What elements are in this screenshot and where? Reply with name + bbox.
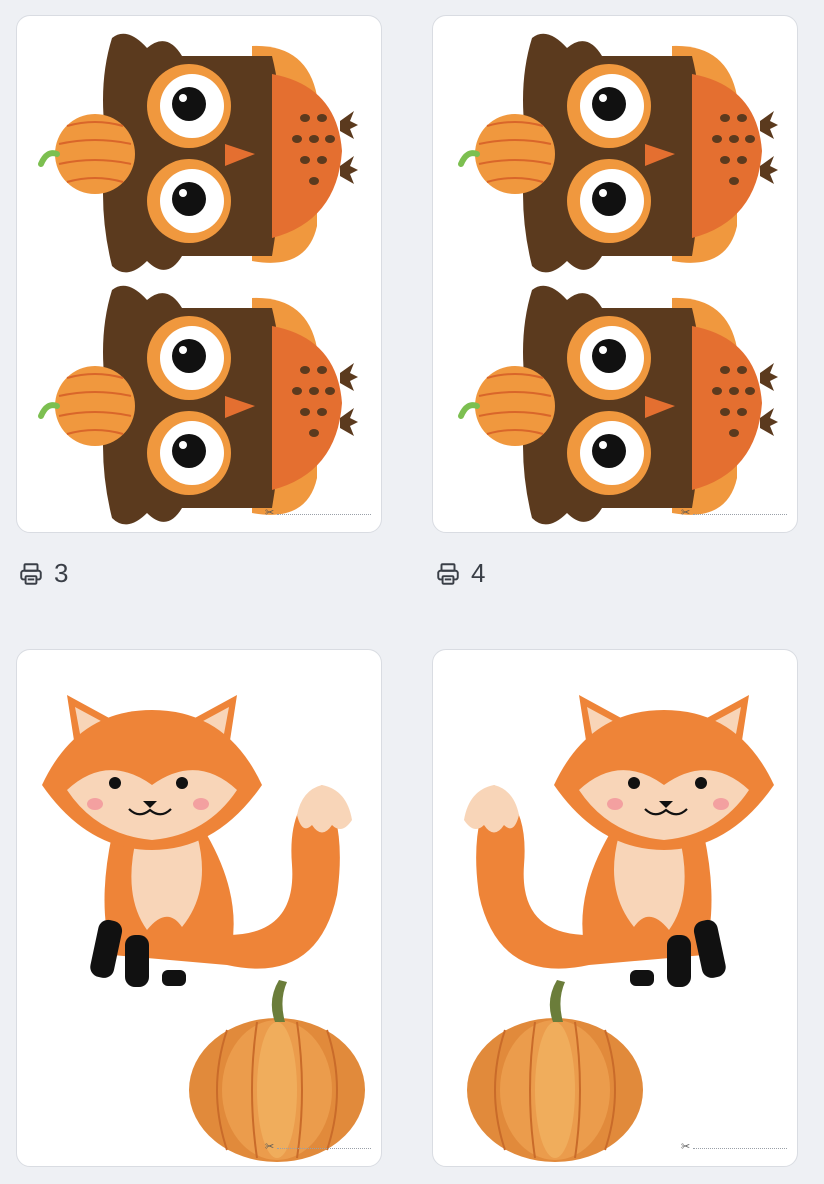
printer-icon [437, 562, 459, 585]
scissors-icon: ✂ [681, 1141, 691, 1153]
owl-card-3[interactable]: ✂ [16, 15, 382, 533]
owl-card-4[interactable]: ✂ [432, 15, 798, 533]
cut-line: ✂ [265, 1141, 371, 1154]
print-count: 4 [471, 558, 486, 588]
owl-illustration [17, 16, 382, 533]
cut-line: ✂ [681, 507, 787, 520]
scissors-icon: ✂ [265, 507, 275, 519]
printer-icon [20, 562, 42, 585]
print-count-row[interactable]: 3 [18, 558, 68, 589]
owl-illustration [433, 16, 798, 533]
fox-illustration [40, 693, 366, 1163]
fox-illustration [462, 693, 776, 1163]
scissors-icon: ✂ [265, 1141, 275, 1153]
cut-line: ✂ [681, 1141, 787, 1154]
fox-card-right[interactable]: ✂ [432, 649, 798, 1167]
scissors-icon: ✂ [681, 507, 691, 519]
print-count-row[interactable]: 4 [435, 558, 485, 589]
cut-line: ✂ [265, 507, 371, 520]
print-count: 3 [54, 558, 69, 588]
fox-card-left[interactable]: ✂ [16, 649, 382, 1167]
